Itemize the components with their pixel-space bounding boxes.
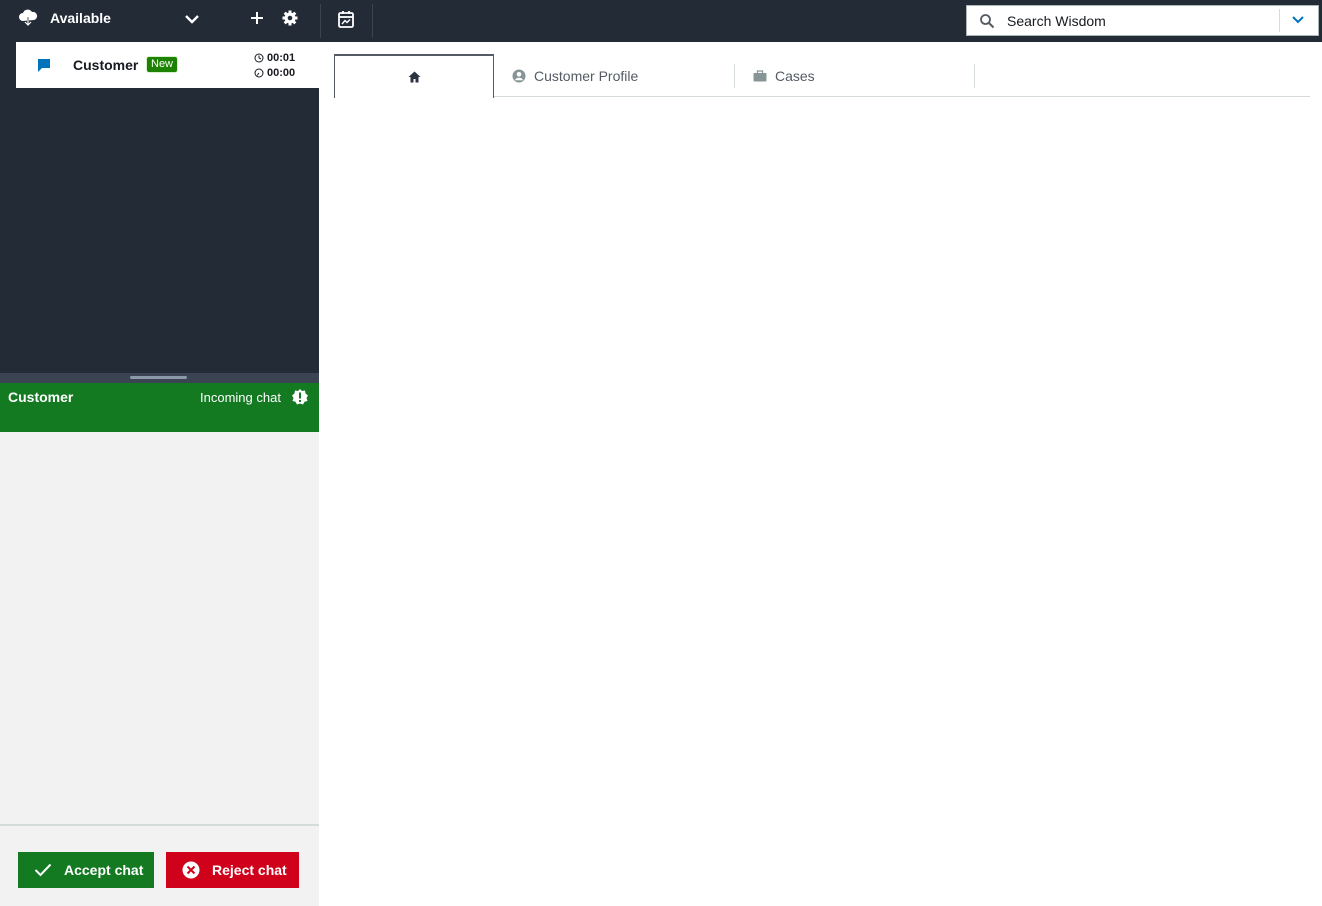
calendar-icon[interactable] (337, 10, 355, 29)
state-time: 00:00 (267, 67, 296, 79)
tab-customer-profile-label: Customer Profile (534, 67, 639, 84)
top-bar: Available (0, 0, 1322, 42)
tab-divider (974, 64, 975, 88)
total-time-row: 00:01 (254, 52, 295, 64)
main-workspace: Customer Profile Cases (319, 42, 1322, 906)
toolbar-divider (372, 4, 373, 38)
chat-bubble-icon (38, 59, 50, 72)
home-icon (408, 71, 420, 83)
briefcase-icon (753, 70, 767, 82)
search-icon (980, 14, 995, 29)
chat-action-bar: Accept chat Reject chat (0, 824, 319, 906)
reject-chat-button[interactable]: Reject chat (166, 852, 299, 888)
contact-card[interactable]: Customer New 00:01 00:00 (16, 42, 319, 88)
tab-cases[interactable]: Cases (734, 64, 974, 88)
stopwatch-icon (254, 68, 264, 78)
checkmark-icon (34, 863, 52, 877)
wisdom-search-box (966, 5, 1319, 36)
tab-home[interactable] (334, 54, 494, 98)
contact-panel: Customer New 00:01 00:00 Customer Incomi… (0, 42, 319, 906)
cloud-status-icon[interactable] (18, 9, 38, 27)
chevron-down-icon[interactable] (182, 10, 202, 28)
incoming-chat-header: Customer Incoming chat (0, 383, 319, 432)
accept-chat-label: Accept chat (64, 862, 144, 878)
gear-icon[interactable] (281, 9, 299, 27)
reject-chat-label: Reject chat (212, 862, 287, 878)
toolbar-divider (320, 4, 321, 38)
tab-customer-profile[interactable]: Customer Profile (494, 54, 734, 97)
incoming-chat-body (0, 432, 319, 824)
panel-resize-strip[interactable] (0, 373, 319, 383)
total-time: 00:01 (267, 52, 296, 64)
clock-icon (254, 53, 264, 63)
agent-status-label[interactable]: Available (50, 10, 111, 26)
status-badge: New (146, 56, 179, 73)
state-time-row: 00:00 (254, 67, 295, 79)
alert-icon (292, 389, 308, 405)
contact-name: Customer (73, 57, 139, 73)
search-input[interactable] (1007, 10, 1237, 32)
add-icon[interactable] (248, 9, 266, 27)
drag-handle[interactable] (130, 376, 187, 379)
search-divider (1279, 9, 1280, 32)
incoming-status-text: Incoming chat (200, 390, 281, 405)
app-tabs: Customer Profile Cases (334, 54, 1310, 98)
chevron-down-icon[interactable] (1289, 12, 1307, 28)
incoming-contact-name: Customer (8, 389, 74, 405)
accept-chat-button[interactable]: Accept chat (18, 852, 154, 888)
tab-cases-label: Cases (775, 68, 815, 84)
close-circle-icon (182, 861, 200, 879)
person-icon (512, 69, 526, 82)
